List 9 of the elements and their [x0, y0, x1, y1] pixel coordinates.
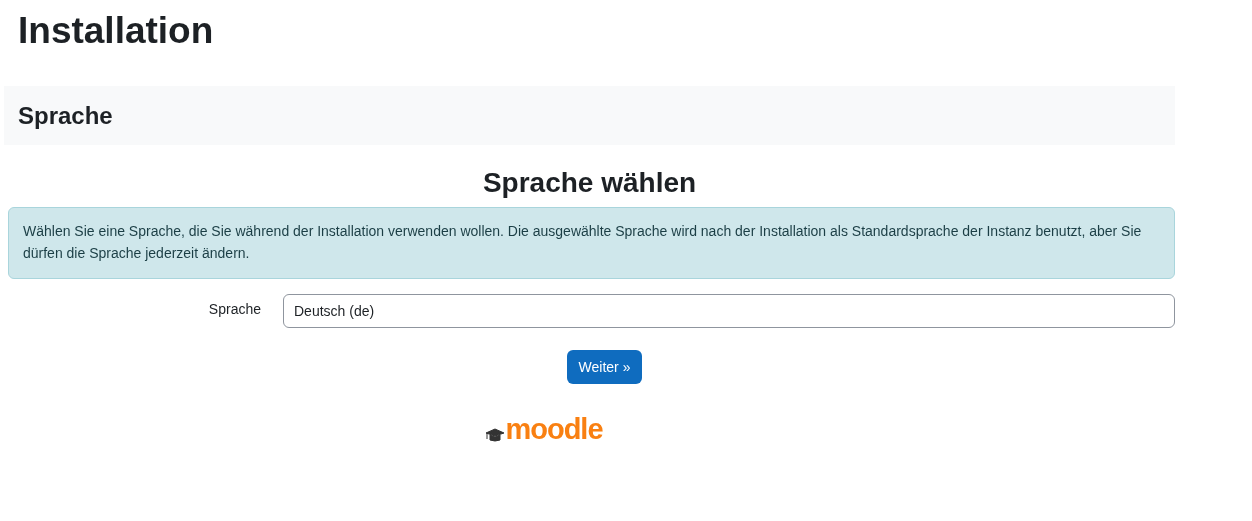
section-title: Sprache: [18, 101, 113, 130]
graduation-cap-icon: [486, 428, 505, 444]
info-message: Wählen Sie eine Sprache, die Sie während der Installation verwenden wollen. Die ausgewählte Sprache wird nach der Installation als Standardsprache der Instanz benutzt, aber Sie dürfen die Sprache jederzeit ändern.: [8, 207, 1175, 279]
page-title: Installation: [17, 9, 215, 53]
logo-text: moodle: [505, 414, 603, 444]
next-button[interactable]: Weiter »: [566, 350, 643, 384]
form-heading: Sprache wählen: [481, 166, 698, 200]
language-field[interactable]: Deutsch (de): [283, 294, 1175, 328]
field-label: Sprache: [207, 300, 262, 317]
